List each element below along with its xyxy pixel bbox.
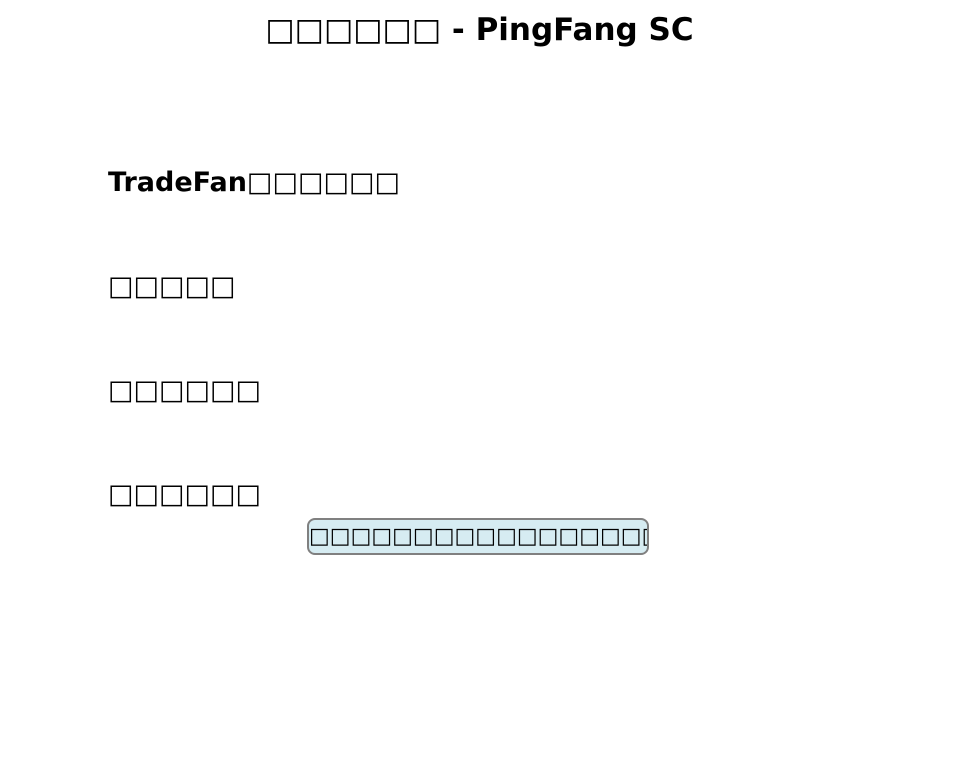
- sample-text-line-2: □□□□□: [108, 271, 236, 302]
- sample-text-line-3: □□□□□□: [108, 375, 262, 406]
- note-box: □□□□□□□□□□□□□□□□□□□: [307, 518, 649, 555]
- sample-text-line-1: TradeFan□□□□□□: [108, 167, 400, 198]
- page-title: □□□□□□ - PingFang SC: [265, 12, 694, 48]
- sample-text-line-4: □□□□□□: [108, 479, 262, 510]
